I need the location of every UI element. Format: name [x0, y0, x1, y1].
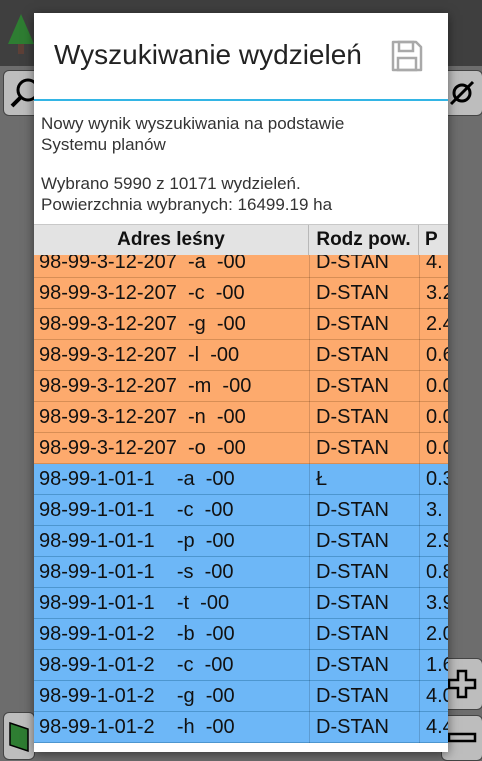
cell-type: D-STAN [309, 340, 419, 371]
cell-address: 98-99-3-12-207 -g -00 [39, 313, 246, 335]
table-row[interactable]: 98-99-3-12-207 -m -00 D-STAN0.0 [34, 371, 448, 402]
table-row[interactable]: 98-99-1-01-1 -c -00 D-STAN 3. [34, 495, 448, 526]
cell-type: D-STAN [309, 278, 419, 309]
cell-area: 3. [419, 495, 448, 526]
cell-type: D-STAN [309, 681, 419, 712]
table-row[interactable]: 98-99-1-01-2 -c -00 D-STAN1.6 [34, 650, 448, 681]
cell-type: D-STAN [309, 495, 419, 526]
cell-area: 0.8 [419, 557, 448, 588]
cell-area: 0.0 [419, 371, 448, 402]
cell-address: 98-99-1-01-2 -h -00 [39, 716, 235, 738]
cell-address: 98-99-1-01-2 -g -00 [39, 685, 235, 707]
table-row[interactable]: 98-99-1-01-1 -a -00 Ł0.3 [34, 464, 448, 495]
cell-address: 98-99-3-12-207 -l -00 [39, 344, 240, 366]
table-row[interactable]: 98-99-1-01-1 -t -00 D-STAN3.9 [34, 588, 448, 619]
cell-area: 4.4 [419, 712, 448, 743]
map-layer-button[interactable] [3, 712, 35, 760]
header-divider [34, 99, 448, 101]
cell-type: D-STAN [309, 557, 419, 588]
cell-address: 98-99-1-01-2 -c -00 [39, 654, 234, 676]
cell-address: 98-99-1-01-2 -b -00 [39, 623, 235, 645]
table-row[interactable]: 98-99-1-01-1 -p -00 D-STAN2.9 [34, 526, 448, 557]
cell-area: 3.9 [419, 588, 448, 619]
cell-address: 98-99-3-12-207 -o -00 [39, 437, 246, 459]
cell-type: D-STAN [309, 526, 419, 557]
selected-count: Wybrano 5990 z 10171 wydzieleń. [41, 174, 301, 193]
cell-address: 98-99-1-01-1 -t -00 [39, 592, 230, 614]
table-row[interactable]: 98-99-3-12-207 -o -00 D-STAN0.0 [34, 433, 448, 464]
cell-area: 4.0 [419, 681, 448, 712]
table-row[interactable]: 98-99-3-12-207 -c -00 D-STAN3.2 [34, 278, 448, 309]
cell-address: 98-99-1-01-1 -a -00 [39, 468, 235, 490]
search-description: Nowy wynik wyszukiwania na podstawie Sys… [41, 113, 344, 155]
table-row[interactable]: 98-99-3-12-207 -n -00 D-STAN0.0 [34, 402, 448, 433]
table-header: Adres leśny Rodz pow. P [34, 224, 448, 255]
column-header-address[interactable]: Adres leśny [34, 225, 309, 255]
table-row[interactable]: 98-99-1-01-2 -b -00 D-STAN2.0 [34, 619, 448, 650]
cell-address: 98-99-3-12-207 -m -00 [39, 375, 252, 397]
minus-icon [447, 732, 477, 743]
cell-area: 3.2 [419, 278, 448, 309]
table-body: 98-99-3-12-207 -a -00 D-STAN 4. 98-99-3-12-… [34, 247, 448, 743]
cell-address: 98-99-1-01-1 -c -00 [39, 499, 234, 521]
map-layer-icon [9, 721, 29, 753]
info-line: Systemu planów [41, 135, 166, 154]
dialog-title: Wyszukiwanie wydzieleń [54, 39, 362, 70]
info-line: Nowy wynik wyszukiwania na podstawie [41, 114, 345, 133]
selection-summary: Wybrano 5990 z 10171 wydzieleń. Powierzc… [41, 173, 332, 215]
table-row[interactable]: 98-99-1-01-1 -s -00 D-STAN0.8 [34, 557, 448, 588]
table-row[interactable]: 98-99-1-01-2 -h -00 D-STAN4.4 [34, 712, 448, 743]
table-row[interactable]: 98-99-1-01-2 -g -00 D-STAN4.0 [34, 681, 448, 712]
results-table[interactable]: Adres leśny Rodz pow. P 98-99-3-12-207 -… [34, 224, 448, 752]
column-header-type[interactable]: Rodz pow. [309, 225, 419, 255]
cell-type: D-STAN [309, 619, 419, 650]
cell-type: D-STAN [309, 433, 419, 464]
search-results-dialog: Wyszukiwanie wydzieleń Nowy wynik wyszuk… [34, 13, 448, 752]
cell-area: 0.0 [419, 433, 448, 464]
cell-area: 0.6 [419, 340, 448, 371]
cell-address: 98-99-1-01-1 -p -00 [39, 530, 235, 552]
cell-area: 1.6 [419, 650, 448, 681]
cell-type: D-STAN [309, 588, 419, 619]
cell-type: D-STAN [309, 371, 419, 402]
cell-type: D-STAN [309, 309, 419, 340]
cell-address: 98-99-3-12-207 -c -00 [39, 282, 245, 304]
table-row[interactable]: 98-99-3-12-207 -g -00 D-STAN2.4 [34, 309, 448, 340]
cell-type: D-STAN [309, 712, 419, 743]
table-row[interactable]: 98-99-3-12-207 -l -00 D-STAN0.6 [34, 340, 448, 371]
tree-icon [8, 14, 34, 54]
dialog-header: Wyszukiwanie wydzieleń [34, 13, 448, 100]
cell-area: 2.4 [419, 309, 448, 340]
selected-area: Powierzchnia wybranych: 16499.19 ha [41, 195, 333, 214]
cell-type: D-STAN [309, 650, 419, 681]
cell-area: 2.0 [419, 619, 448, 650]
cell-type: D-STAN [309, 402, 419, 433]
plus-icon [447, 669, 477, 699]
cell-area: 0.3 [419, 464, 448, 495]
cell-area: 2.9 [419, 526, 448, 557]
cell-type: Ł [309, 464, 419, 495]
column-header-area[interactable]: P [419, 225, 448, 255]
cell-address: 98-99-1-01-1 -s -00 [39, 561, 234, 583]
floppy-disk-icon[interactable] [390, 39, 424, 73]
cell-address: 98-99-3-12-207 -n -00 [39, 406, 246, 428]
location-icon [449, 80, 475, 106]
cell-area: 0.0 [419, 402, 448, 433]
